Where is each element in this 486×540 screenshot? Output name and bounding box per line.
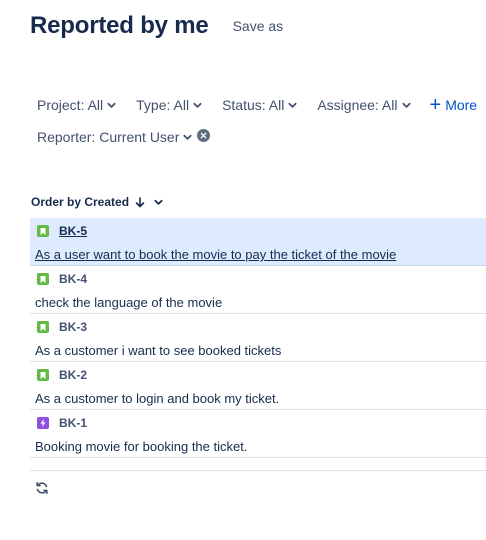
- order-by-control: Order by Created: [31, 195, 163, 209]
- arrow-down-icon[interactable]: [135, 196, 145, 208]
- filter-bar: Project: All Type: All Status: All Assig…: [37, 94, 486, 146]
- chevron-down-icon: [193, 102, 202, 108]
- chevron-down-icon: [401, 102, 411, 108]
- issue-key[interactable]: BK-2: [59, 368, 87, 382]
- chevron-down-icon: [288, 102, 297, 108]
- type-filter-label: Type: All: [136, 97, 190, 113]
- story-icon: [37, 225, 49, 237]
- more-filters-button[interactable]: + More: [429, 94, 478, 116]
- more-filters-label: More: [445, 97, 478, 113]
- divider: [30, 470, 486, 471]
- chevron-down-icon: [183, 134, 192, 140]
- page-title: Reported by me: [30, 12, 209, 39]
- chevron-down-icon: [107, 102, 116, 108]
- header: Reported by me Save as: [30, 12, 283, 40]
- issue-summary[interactable]: As a customer to login and book my ticke…: [35, 391, 481, 406]
- issue-summary[interactable]: check the language of the movie: [35, 295, 481, 310]
- clear-filter-icon[interactable]: [197, 128, 211, 142]
- issue-list: BK-5 As a user want to book the movie to…: [30, 218, 486, 458]
- issue-key[interactable]: BK-1: [59, 416, 87, 430]
- chevron-down-icon[interactable]: [154, 198, 163, 207]
- epic-lightning-icon: [37, 417, 49, 429]
- save-as-button[interactable]: Save as: [233, 18, 284, 34]
- reporter-filter-label: Reporter: Current User: [37, 129, 180, 145]
- issue-row[interactable]: BK-3 As a customer i want to see booked …: [30, 314, 486, 362]
- assignee-filter[interactable]: Assignee: All: [317, 97, 411, 113]
- status-filter-label: Status: All: [222, 97, 285, 113]
- issue-summary[interactable]: As a user want to book the movie to pay …: [35, 247, 481, 262]
- assignee-filter-label: Assignee: All: [317, 97, 398, 113]
- project-filter-label: Project: All: [37, 97, 104, 113]
- issue-row[interactable]: BK-5 As a user want to book the movie to…: [30, 218, 486, 266]
- refresh-icon[interactable]: [35, 481, 49, 495]
- issue-key[interactable]: BK-4: [59, 272, 87, 286]
- status-filter[interactable]: Status: All: [222, 97, 297, 113]
- plus-icon: +: [429, 94, 442, 116]
- issue-row[interactable]: BK-1 Booking movie for booking the ticke…: [30, 410, 486, 458]
- story-icon: [37, 369, 49, 381]
- issue-summary[interactable]: As a customer i want to see booked ticke…: [35, 343, 481, 358]
- filter-row-secondary: Reporter: Current User: [37, 128, 486, 146]
- project-filter[interactable]: Project: All: [37, 97, 116, 113]
- story-icon: [37, 273, 49, 285]
- issue-key[interactable]: BK-5: [59, 224, 87, 238]
- type-filter[interactable]: Type: All: [136, 97, 202, 113]
- issue-key[interactable]: BK-3: [59, 320, 87, 334]
- filter-row-primary: Project: All Type: All Status: All Assig…: [37, 94, 486, 116]
- issue-summary[interactable]: Booking movie for booking the ticket.: [35, 439, 481, 454]
- issue-row[interactable]: BK-2 As a customer to login and book my …: [30, 362, 486, 410]
- order-by-label[interactable]: Order by Created: [31, 195, 129, 209]
- story-icon: [37, 321, 49, 333]
- issue-row[interactable]: BK-4 check the language of the movie: [30, 266, 486, 314]
- reporter-filter[interactable]: Reporter: Current User: [37, 129, 192, 145]
